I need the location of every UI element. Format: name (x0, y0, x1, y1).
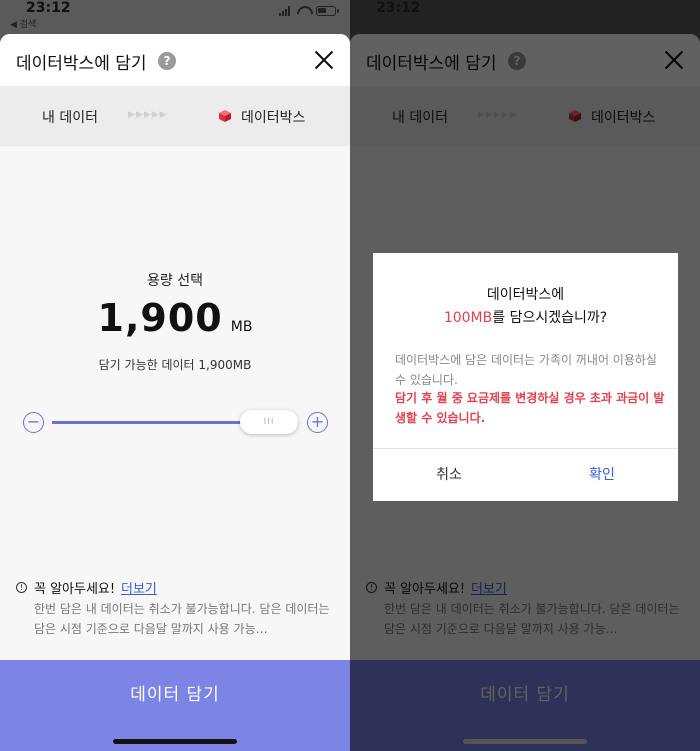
available-capacity: 담기 가능한 데이터 1,900MB (98, 358, 252, 372)
notice-title: 꼭 알아두세요! (34, 582, 116, 597)
back-to-search-link[interactable]: ◀ 검색 (10, 17, 36, 30)
put-data-button-label: 데이터 담기 (130, 685, 220, 705)
capacity-section: 용량 선택 1,900 MB 담기 가능한 데이터 1,900MB − III +… (0, 146, 350, 660)
confirm-dialog: 데이터박스에 100MB를 담으시겠습니까? 데이터박스에 담은 데이터는 가족… (373, 253, 678, 501)
back-to-search-link[interactable]: ◀ 검색 (360, 17, 386, 30)
capacity-slider-track[interactable]: III (52, 410, 298, 434)
dialog-title-rest: 를 담으시겠습니까? (492, 310, 608, 326)
wifi-icon (646, 6, 660, 16)
transfer-flow-bar: 내 데이터 ▶▶▶▶▶ 데이터박스 (0, 86, 350, 146)
capacity-slider-thumb[interactable]: III (240, 410, 298, 434)
decrease-button[interactable]: − (23, 412, 44, 433)
status-icons (629, 6, 689, 16)
dialog-title-line1: 데이터박스에 (486, 287, 565, 303)
flow-arrows-icon: ▶▶▶▶▶ (128, 110, 168, 120)
data-box-sheet: 데이터박스에 담기 ? 내 데이터 ▶▶▶▶▶ 데이터박스 용량 선택 1,90… (0, 34, 350, 751)
dialog-amount: 100MB (443, 310, 493, 326)
status-time: 23:12 (26, 0, 71, 16)
data-box-cube-icon (219, 110, 231, 122)
battery-icon (666, 6, 689, 16)
capacity-title: 용량 선택 (147, 273, 203, 289)
capacity-unit: MB (230, 319, 253, 335)
increase-button[interactable]: + (307, 412, 328, 433)
dialog-warning: 담기 후 월 중 요금제를 변경하실 경우 초과 과금이 발생할 수 있습니다. (395, 391, 665, 425)
confirm-screen: 23:12 ◀ 검색 데이터박스에 담기 ? 내 데이터 ▶▶▶▶▶ 데이터박스… (350, 0, 700, 751)
signal-icon (629, 6, 640, 16)
home-indicator (113, 739, 237, 744)
dialog-body: 데이터박스에 담은 데이터는 가족이 꺼내어 이용하실 수 있습니다. (395, 353, 657, 387)
confirm-button[interactable]: 확인 (526, 449, 678, 501)
status-time: 23:12 (376, 0, 421, 16)
flow-source-label: 내 데이터 (42, 110, 98, 126)
capacity-value: 1,900 (97, 296, 223, 340)
wifi-icon (296, 6, 310, 16)
put-data-button[interactable]: 데이터 담기 (0, 660, 350, 751)
main-screen: 23:12 ◀ 검색 데이터박스에 담기 ? 내 데이터 ▶▶▶▶▶ 데이터박스… (0, 0, 350, 751)
close-icon[interactable] (314, 50, 334, 70)
status-icons (279, 6, 339, 16)
info-icon: ! (16, 582, 27, 593)
capacity-readout: 1,900 MB (0, 296, 350, 340)
help-icon[interactable]: ? (158, 52, 176, 70)
dialog-title-line2: 100MB를 담으시겠습니까? (373, 307, 678, 327)
notice-more-link[interactable]: 더보기 (121, 578, 157, 597)
capacity-slider-fill (52, 421, 269, 424)
flow-target-label: 데이터박스 (241, 110, 306, 126)
notice-text: 한번 담은 내 데이터는 취소가 불가능합니다. 담은 데이터는 담은 시점 기… (34, 602, 330, 636)
battery-icon (316, 6, 339, 16)
signal-icon (279, 6, 290, 16)
cancel-button[interactable]: 취소 (373, 449, 525, 501)
sheet-header: 데이터박스에 담기 ? (0, 34, 350, 86)
status-bar: 23:12 ◀ 검색 (0, 0, 350, 34)
status-bar: 23:12 ◀ 검색 (350, 0, 700, 34)
page-title: 데이터박스에 담기 (16, 54, 147, 74)
